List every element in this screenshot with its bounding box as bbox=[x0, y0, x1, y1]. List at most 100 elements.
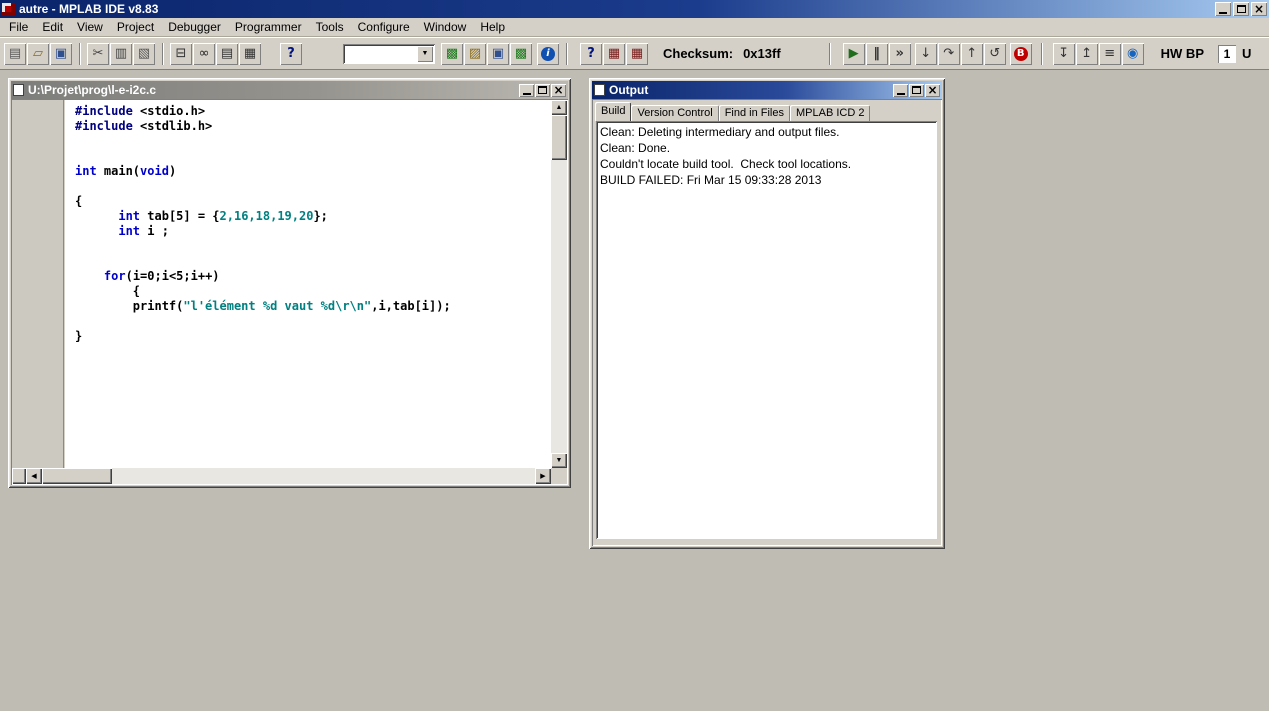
run-button[interactable]: ▶ bbox=[842, 42, 865, 65]
output-window-icon bbox=[594, 84, 605, 96]
properties-button[interactable]: ▦ bbox=[239, 42, 261, 65]
main-restore-button[interactable] bbox=[1233, 2, 1249, 16]
tab-find-in-files[interactable]: Find in Files bbox=[718, 105, 790, 121]
menu-help[interactable]: Help bbox=[473, 18, 512, 36]
step-over-button[interactable]: ↷ bbox=[937, 42, 960, 65]
halt-button[interactable]: ‖ bbox=[865, 42, 888, 65]
editor-minimize-button[interactable] bbox=[519, 83, 534, 97]
toolbar-combo[interactable]: ▼ bbox=[343, 43, 435, 64]
vertical-scroll-thumb[interactable] bbox=[551, 115, 567, 160]
output-maximize-button[interactable] bbox=[909, 83, 924, 97]
editor-horizontal-scrollbar[interactable]: ◀ ▶ bbox=[12, 468, 551, 484]
open-project-button[interactable]: ▨ bbox=[464, 42, 486, 65]
output-window: Output × Build Version Control Find in Fil… bbox=[589, 78, 945, 549]
vertical-scroll-track[interactable] bbox=[551, 160, 567, 453]
output-titlebar[interactable]: Output × bbox=[592, 81, 942, 99]
new-file-button[interactable]: ▤ bbox=[4, 42, 26, 65]
window-title: autre - MPLAB IDE v8.83 bbox=[19, 2, 159, 16]
tab-version-control[interactable]: Version Control bbox=[631, 105, 719, 121]
halt-icon: ‖ bbox=[873, 46, 880, 61]
read-target-button[interactable]: ↥ bbox=[1075, 42, 1098, 65]
output-close-button[interactable]: × bbox=[925, 83, 940, 97]
toolbar-separator bbox=[566, 42, 568, 65]
target-device-button[interactable]: ◉ bbox=[1121, 42, 1144, 65]
memory-window-button[interactable]: ▦ bbox=[626, 42, 648, 65]
new-project-button[interactable]: ▩ bbox=[441, 42, 463, 65]
main-titlebar[interactable]: autre - MPLAB IDE v8.83 × bbox=[0, 0, 1269, 18]
save-file-icon: ▣ bbox=[54, 46, 68, 61]
main-minimize-button[interactable] bbox=[1215, 2, 1231, 16]
editor-titlebar[interactable]: U:\Projet\prog\l-e-i2c.c × bbox=[11, 81, 568, 99]
print-preview-button[interactable]: ▤ bbox=[216, 42, 238, 65]
editor-title: U:\Projet\prog\l-e-i2c.c bbox=[28, 83, 157, 97]
help-button[interactable]: ? bbox=[280, 42, 302, 65]
menu-tools[interactable]: Tools bbox=[309, 18, 351, 36]
editor-window: U:\Projet\prog\l-e-i2c.c × #include <std… bbox=[8, 78, 571, 488]
reset-button[interactable]: ↺ bbox=[983, 42, 1006, 65]
code-area[interactable]: #include <stdio.h> #include <stdlib.h> int… bbox=[65, 100, 551, 468]
save-workspace-icon: ▣ bbox=[491, 46, 505, 61]
save-file-button[interactable]: ▣ bbox=[50, 42, 72, 65]
editor-close-button[interactable]: × bbox=[551, 83, 566, 97]
document-icon bbox=[13, 84, 24, 96]
horizontal-scroll-thumb[interactable] bbox=[42, 468, 112, 484]
verify-target-icon: ≡ bbox=[1104, 46, 1116, 61]
chevron-down-icon[interactable]: ▼ bbox=[417, 45, 433, 62]
find-button[interactable]: ∞ bbox=[193, 42, 215, 65]
tab-mplab-icd-2[interactable]: MPLAB ICD 2 bbox=[789, 105, 871, 121]
scroll-right-button[interactable]: ▶ bbox=[535, 468, 551, 484]
output-client-area: Build Version Control Find in Files MPLAB I… bbox=[592, 99, 942, 546]
tab-build[interactable]: Build bbox=[595, 102, 632, 121]
editor-gutter[interactable] bbox=[12, 100, 64, 468]
open-project-icon: ▨ bbox=[468, 46, 482, 61]
build-all-button[interactable]: ▩ bbox=[510, 42, 532, 65]
menu-window[interactable]: Window bbox=[417, 18, 474, 36]
build-info-button[interactable]: i bbox=[537, 42, 559, 65]
cut-icon: ✂ bbox=[92, 46, 104, 61]
checksum-window-button[interactable]: ▦ bbox=[603, 42, 625, 65]
menu-configure[interactable]: Configure bbox=[351, 18, 417, 36]
main-close-button[interactable]: × bbox=[1251, 2, 1267, 16]
verify-target-button[interactable]: ≡ bbox=[1098, 42, 1121, 65]
output-minimize-button[interactable] bbox=[893, 83, 908, 97]
menu-file[interactable]: File bbox=[2, 18, 35, 36]
menu-project[interactable]: Project bbox=[110, 18, 161, 36]
output-title: Output bbox=[609, 83, 649, 97]
editor-vertical-scrollbar[interactable]: ▲ ▼ bbox=[551, 100, 567, 468]
code-line: #include <stdio.h> bbox=[75, 104, 206, 118]
output-content[interactable]: Clean: Deleting intermediary and output … bbox=[596, 121, 937, 539]
output-line: Clean: Deleting intermediary and output … bbox=[600, 125, 840, 139]
menu-view[interactable]: View bbox=[70, 18, 110, 36]
program-target-button[interactable]: ↧ bbox=[1052, 42, 1075, 65]
horizontal-scroll-track[interactable] bbox=[112, 468, 535, 484]
copy-button[interactable]: ▥ bbox=[110, 42, 132, 65]
menu-bar: File Edit View Project Debugger Programmer Too… bbox=[0, 18, 1269, 37]
editor-maximize-button[interactable] bbox=[535, 83, 550, 97]
checksum-value: 0x13ff bbox=[743, 46, 781, 61]
scroll-left-button[interactable]: ◀ bbox=[26, 468, 42, 484]
code-line: int i ; bbox=[118, 224, 169, 238]
scroll-up-button[interactable]: ▲ bbox=[551, 100, 567, 115]
splitter-box[interactable] bbox=[12, 468, 26, 484]
menu-programmer[interactable]: Programmer bbox=[228, 18, 309, 36]
print-button[interactable]: ⊟ bbox=[170, 42, 192, 65]
step-out-button[interactable]: ↑ bbox=[960, 42, 983, 65]
paste-button[interactable]: ▧ bbox=[133, 42, 155, 65]
save-workspace-button[interactable]: ▣ bbox=[487, 42, 509, 65]
memory-window-icon: ▦ bbox=[630, 46, 644, 61]
breakpoints-button[interactable]: B bbox=[1009, 42, 1032, 65]
context-help-button[interactable]: ? bbox=[580, 42, 602, 65]
step-into-button[interactable]: ↓ bbox=[914, 42, 937, 65]
cut-button[interactable]: ✂ bbox=[87, 42, 109, 65]
menu-debugger[interactable]: Debugger bbox=[161, 18, 228, 36]
scroll-down-button[interactable]: ▼ bbox=[551, 453, 567, 468]
hw-bp-count: 1 bbox=[1218, 44, 1236, 63]
menu-edit[interactable]: Edit bbox=[35, 18, 70, 36]
open-file-button[interactable]: ▱ bbox=[27, 42, 49, 65]
hw-bp-label: HW BP bbox=[1160, 46, 1204, 61]
mdi-workspace: U:\Projet\prog\l-e-i2c.c × #include <std… bbox=[0, 70, 1269, 711]
code-line: int tab[5] = {2,16,18,19,20}; bbox=[118, 209, 328, 223]
animate-button[interactable]: » bbox=[888, 42, 911, 65]
